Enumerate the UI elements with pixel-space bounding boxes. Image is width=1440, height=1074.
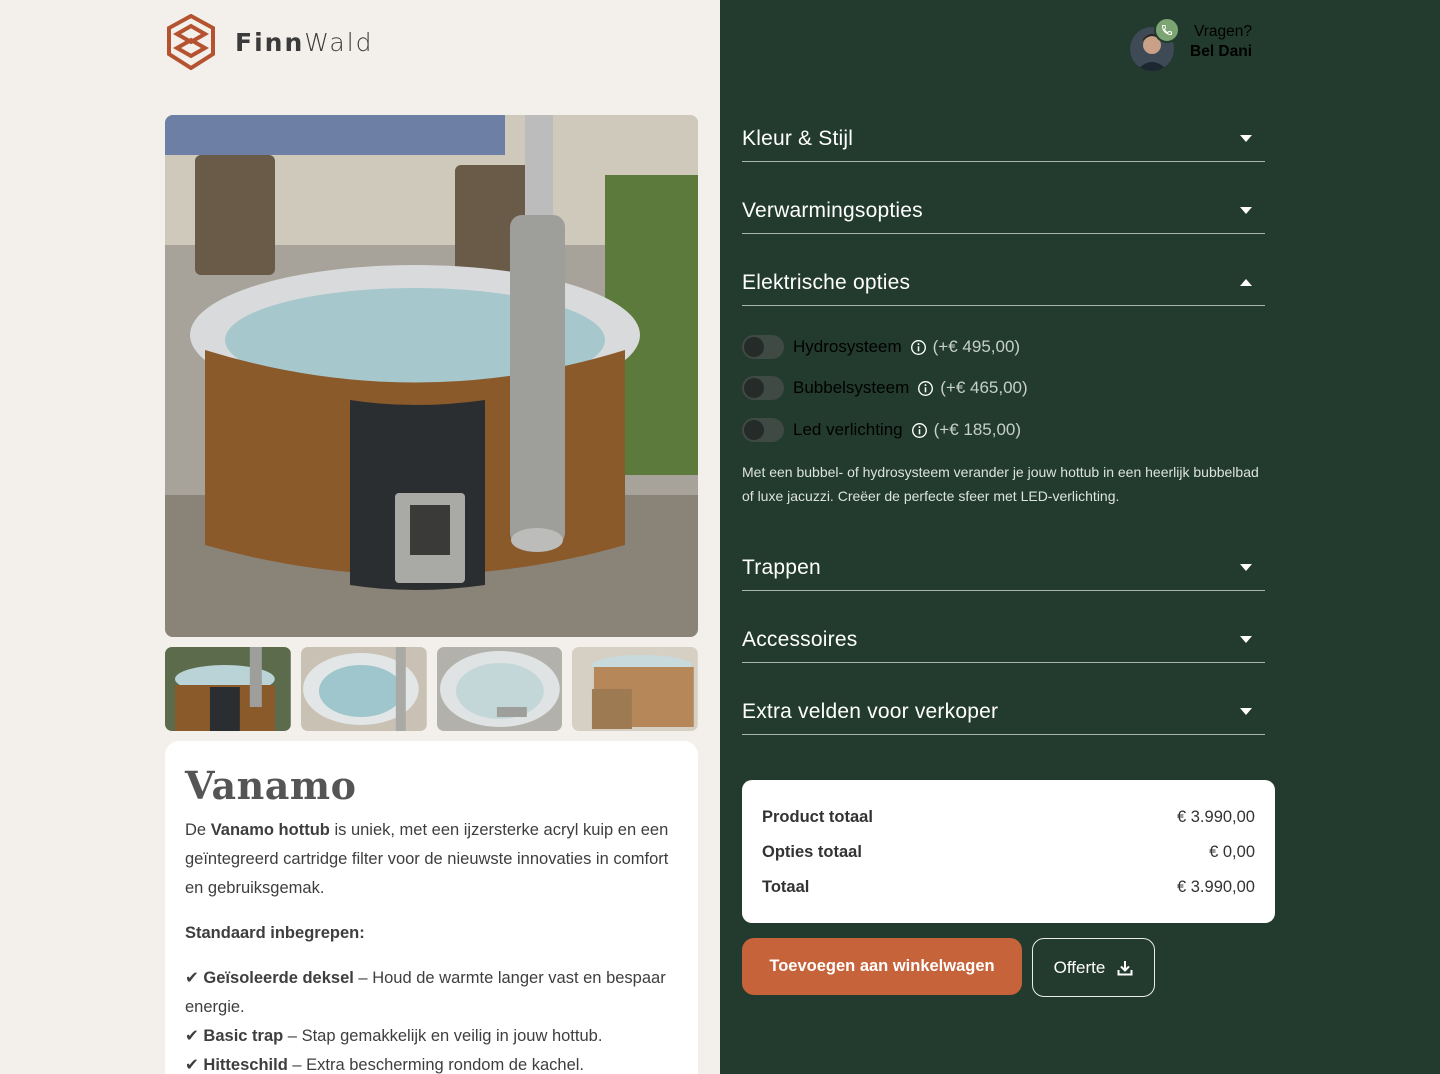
contact-name: Bel Dani (1190, 43, 1253, 60)
chevron-down-icon (1240, 636, 1252, 643)
info-icon[interactable] (911, 422, 928, 439)
option-label: Hydrosysteem (793, 337, 902, 356)
option-price: (+€ 465,00) (940, 378, 1028, 397)
hottub-photo (165, 115, 698, 637)
accordion-elektrische-opties[interactable]: Elektrische opties (742, 260, 1265, 306)
left-panel: FinnWald Vanamo De Vanamo hottub is unie… (0, 0, 720, 1074)
feature-item: ✔ Basic trap – Stap gemakkelijk en veili… (185, 1027, 603, 1045)
product-card: Vanamo De Vanamo hottub is uniek, met ee… (165, 741, 698, 1074)
accordion-accessoires[interactable]: Accessoires (742, 617, 1265, 663)
brand-wordmark: FinnWald (235, 27, 374, 57)
option-bubbelsysteem: Bubbelsysteem (+€ 465,00) (742, 376, 1028, 400)
option-led-verlichting: Led verlichting (+€ 185,00) (742, 418, 1021, 442)
feature-item: ✔ Geïsoleerde deksel – Houd de warmte la… (185, 969, 666, 1016)
product-main-image[interactable] (165, 115, 698, 637)
product-title: Vanamo (185, 763, 357, 808)
info-icon[interactable] (910, 339, 927, 356)
product-intro: De Vanamo hottub is uniek, met een ijzer… (185, 821, 669, 897)
chevron-down-icon (1240, 564, 1252, 571)
contact-widget[interactable]: Vragen? Bel Dani (1130, 17, 1252, 71)
finnwald-logo-icon (167, 14, 215, 70)
contact-question: Vragen? (1193, 23, 1253, 40)
accordion-kleur-stijl[interactable]: Kleur & Stijl (742, 116, 1265, 162)
thumbnail-2[interactable] (300, 647, 427, 731)
info-icon[interactable] (917, 380, 934, 397)
brand-logo[interactable]: FinnWald (165, 14, 374, 70)
thumbnail-1[interactable] (165, 647, 291, 731)
led-verlichting-toggle[interactable] (742, 418, 784, 442)
standard-heading: Standaard inbegrepen: (185, 924, 365, 942)
feature-item: ✔ Hitteschild – Extra bescherming rondom… (185, 1056, 585, 1074)
option-price: (+€ 185,00) (933, 420, 1022, 439)
electric-options-description: Met een bubbel- of hydrosysteem verander… (742, 464, 1259, 504)
hydrosysteem-toggle[interactable] (742, 335, 784, 359)
totals-box: Product totaal € 3.990,00 Opties totaal … (742, 780, 1275, 923)
product-total-row: Product totaal € 3.990,00 (762, 808, 1255, 826)
bubbelsysteem-toggle[interactable] (742, 376, 784, 400)
thumbnail-4[interactable] (572, 647, 698, 731)
add-to-cart-button[interactable]: Toevoegen aan winkelwagen (742, 938, 1022, 995)
phone-icon (1154, 17, 1180, 43)
chevron-up-icon (1240, 279, 1252, 286)
offerte-button[interactable]: Offerte (1032, 938, 1155, 997)
chevron-down-icon (1240, 708, 1252, 715)
options-total-value: € 0,00 (1209, 843, 1255, 861)
product-total-value: € 3.990,00 (1177, 808, 1255, 826)
option-hydrosysteem: Hydrosysteem (+€ 495,00) (742, 335, 1020, 359)
option-label: Led verlichting (793, 420, 903, 439)
accordion-extra-velden[interactable]: Extra velden voor verkoper (742, 689, 1265, 735)
offerte-label: Offerte (1053, 957, 1106, 977)
thumbnail-3[interactable] (436, 647, 563, 731)
chevron-down-icon (1240, 135, 1252, 142)
accordion-trappen[interactable]: Trappen (742, 545, 1265, 591)
option-label: Bubbelsysteem (793, 378, 910, 397)
accordion-verwarmingsopties[interactable]: Verwarmingsopties (742, 188, 1265, 234)
grand-total-row: Totaal € 3.990,00 (762, 878, 1255, 896)
download-icon (1117, 960, 1133, 975)
grand-total-value: € 3.990,00 (1177, 878, 1255, 896)
chevron-down-icon (1240, 207, 1252, 214)
thumbnail-strip (165, 647, 698, 731)
options-total-row: Opties totaal € 0,00 (762, 843, 1255, 861)
option-price: (+€ 495,00) (932, 337, 1021, 356)
